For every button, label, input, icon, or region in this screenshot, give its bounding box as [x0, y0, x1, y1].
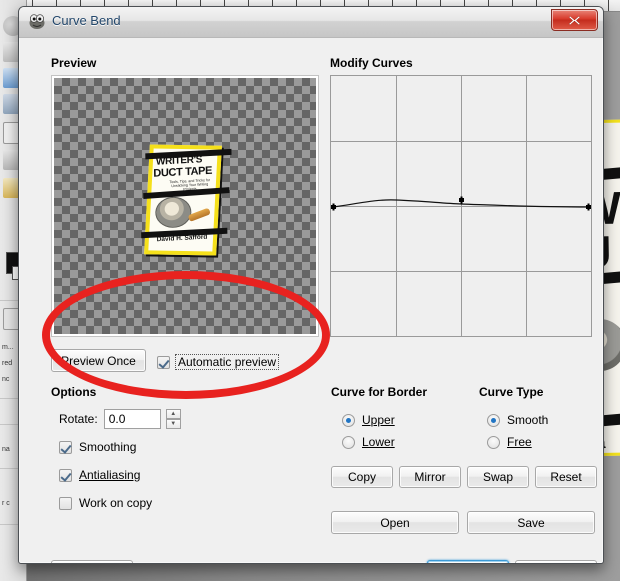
rotate-input[interactable]: 0.0 [103, 409, 161, 429]
smoothing-label: Smoothing [79, 440, 137, 454]
curve-type-smooth-row[interactable]: Smooth [487, 413, 548, 427]
curve-type-free-label: Free [507, 435, 532, 449]
antialiasing-checkbox[interactable] [59, 468, 72, 482]
dialog-title: Curve Bend [52, 13, 121, 28]
curve-border-lower-label: Lower [362, 435, 395, 449]
curve-type-label: Curve Type [479, 385, 544, 399]
save-button[interactable]: Save [467, 511, 595, 534]
rotate-label: Rotate: [59, 412, 98, 426]
preview-once-button[interactable]: Preview Once [51, 349, 146, 372]
smoothing-row[interactable]: Smoothing [59, 440, 136, 454]
help-button[interactable]: Help [51, 560, 133, 563]
preview-section-label: Preview [51, 56, 97, 70]
curve-type-smooth-radio[interactable] [487, 413, 500, 427]
automatic-preview-label: Automatic preview [175, 354, 280, 370]
mirror-button[interactable]: Mirror [399, 466, 461, 488]
open-button[interactable]: Open [331, 511, 459, 534]
work-on-copy-row[interactable]: Work on copy [59, 496, 152, 510]
curve-border-upper-row[interactable]: Upper [342, 413, 395, 427]
automatic-preview-checkbox[interactable] [157, 355, 170, 369]
copy-button[interactable]: Copy [331, 466, 393, 488]
preview-frame[interactable]: WRITER'S DUCT TAPE Tools, Tips, and Tric… [51, 75, 319, 337]
curve-type-smooth-label: Smooth [507, 413, 549, 427]
options-section-label: Options [51, 385, 97, 399]
curve-editor-grid[interactable] [330, 75, 592, 337]
preview-once-label: Preview Once [61, 353, 136, 368]
ok-button[interactable]: OK [427, 560, 509, 563]
rotate-stepper[interactable]: ▲ ▼ [165, 409, 181, 429]
preview-once-rest: review Once [69, 353, 136, 368]
antialiasing-row[interactable]: Antialiasing [59, 468, 140, 482]
modify-curves-label: Modify Curves [330, 56, 413, 70]
reset-button[interactable]: Reset [535, 466, 597, 488]
transparency-checkerboard: WRITER'S DUCT TAPE Tools, Tips, and Tric… [54, 78, 316, 334]
antialiasing-label: Antialiasing [79, 468, 141, 482]
curve-type-free-row[interactable]: Free [487, 435, 532, 449]
curve-border-lower-radio[interactable] [342, 435, 355, 449]
close-icon [568, 15, 581, 25]
work-on-copy-label: Work on copy [79, 496, 153, 510]
work-on-copy-checkbox[interactable] [59, 496, 72, 510]
rotate-stepper-down[interactable]: ▼ [165, 419, 181, 429]
book-cover-preview: WRITER'S DUCT TAPE Tools, Tips, and Tric… [141, 144, 232, 256]
cancel-button[interactable]: Cancel [515, 560, 597, 563]
swap-button[interactable]: Swap [467, 466, 529, 488]
curve-for-border-label: Curve for Border [331, 385, 428, 399]
rotate-row[interactable]: Rotate: 0.0 ▲ ▼ [59, 409, 181, 429]
rotate-value: 0.0 [108, 412, 126, 426]
curve-border-upper-radio[interactable] [342, 413, 355, 427]
rotate-stepper-up[interactable]: ▲ [165, 409, 181, 419]
close-button[interactable] [551, 9, 598, 31]
curve-path [331, 196, 591, 211]
curve-border-lower-row[interactable]: Lower [342, 435, 395, 449]
smoothing-checkbox[interactable] [59, 440, 72, 454]
curve-border-upper-label: Upper [362, 413, 395, 427]
curve-bend-dialog: Curve Bend Preview WRITER'S DUCT TAPE To… [18, 6, 604, 564]
gimp-wilber-icon [29, 14, 45, 29]
automatic-preview-row[interactable]: Automatic preview [157, 354, 280, 370]
dialog-titlebar[interactable]: Curve Bend [19, 7, 603, 38]
curve-type-free-radio[interactable] [487, 435, 500, 449]
curve-control-points [331, 196, 591, 211]
